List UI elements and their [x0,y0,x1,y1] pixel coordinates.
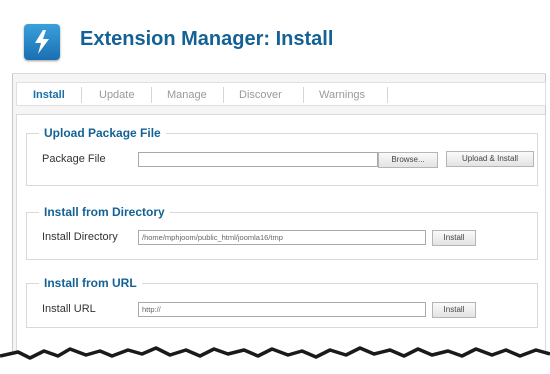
torn-edge-decoration [0,346,550,374]
